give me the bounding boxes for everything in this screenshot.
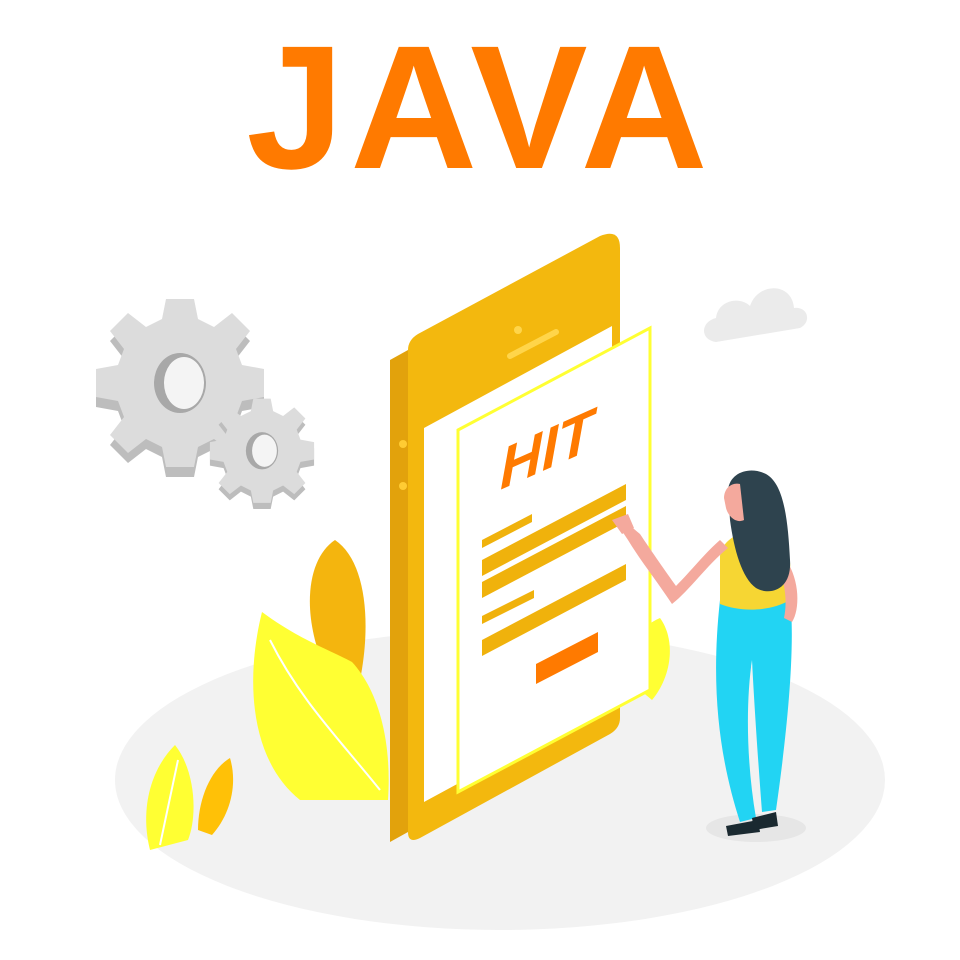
gear-icon	[209, 398, 315, 510]
illustration-art: HIT	[96, 233, 885, 930]
illustration-stage: JAVA HIT	[0, 0, 960, 960]
cloud-icon	[704, 288, 808, 342]
